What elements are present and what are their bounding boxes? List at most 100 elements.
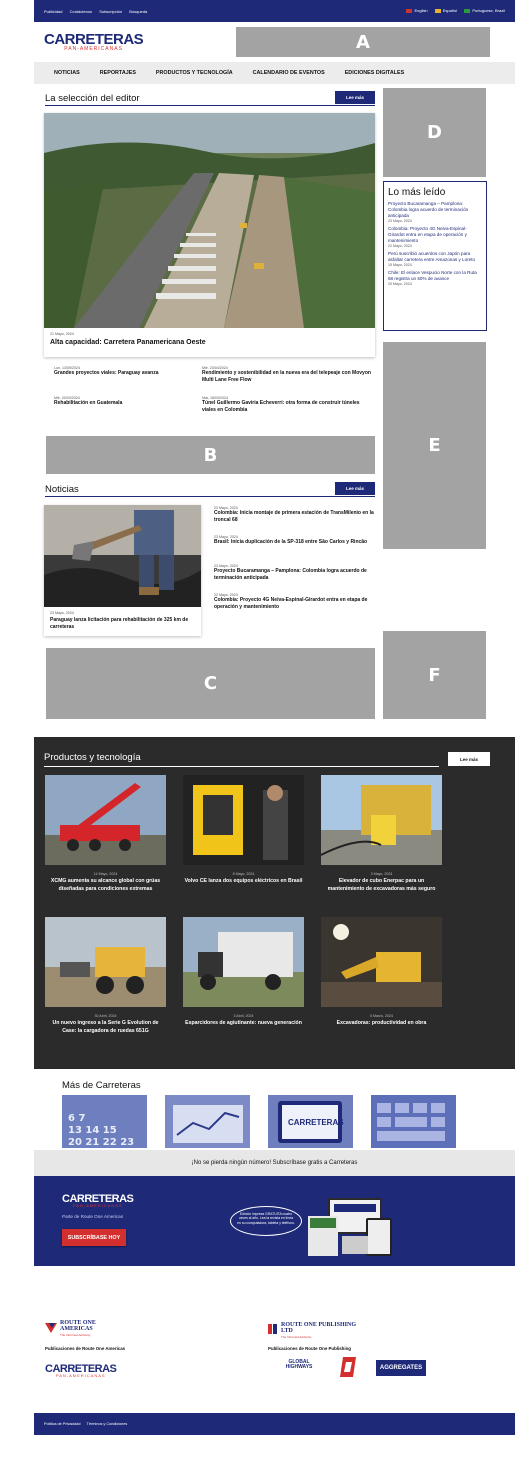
product-headline: XCMG aumenta su alcance global con grúas… (50, 878, 161, 892)
product-card[interactable]: 5 Marzo, 2024 Excavadoras: productividad… (321, 917, 442, 1028)
link-contactenos[interactable]: Contáctenos (70, 9, 92, 14)
svg-text:CARRETERAS: CARRETERAS (288, 1118, 344, 1127)
news-feature-card[interactable]: 23 Mayo, 2024 Paraguay lanza licitación … (44, 505, 201, 636)
most-read-item[interactable]: Colombia: Proyecto 4G Neiva-Espinal-Gira… (388, 226, 482, 248)
world-tunnelling-logo[interactable] (340, 1357, 356, 1382)
spain-flag-icon (434, 8, 441, 13)
most-read-headline: Proyecto Bucaramanga – Pamplona: Colombi… (388, 201, 469, 218)
footer: Política de Privacidad Términos y Condic… (34, 1413, 515, 1435)
svg-text:13 14 15: 13 14 15 (68, 1125, 117, 1136)
link-subscripcion[interactable]: Subscripción (99, 9, 122, 14)
carreteras-pub-logo[interactable]: CARRETERAS PAN-AMERICANAS (45, 1363, 117, 1378)
product-headline: Elevador de cubo Enerpac para un manteni… (327, 878, 436, 892)
global-highways-logo[interactable]: GLOBAL HIGHWAYS (278, 1360, 320, 1378)
product-headline: Excavadoras: productividad en obra (336, 1020, 427, 1026)
ad-slot-d[interactable]: D (383, 88, 486, 177)
products-more-button[interactable]: Lee más (448, 752, 490, 766)
news-item[interactable]: 23 Mayo, 2024 Brasil: Inicia duplicación… (214, 535, 374, 546)
ad-slot-f[interactable]: F (383, 631, 486, 719)
product-headline: Un nuevo ingreso a la Serie G Evolution … (52, 1020, 159, 1034)
news-item[interactable]: 23 Mayo, 2024 Colombia: Inicia montaje d… (214, 506, 374, 524)
rop-sub: The Informed Authority (281, 1335, 312, 1339)
feature-date: 21 Mayo, 2024 (50, 332, 74, 336)
news-item-headline: Colombia: Inicia montaje de primera esta… (214, 510, 374, 523)
charging-station-image (183, 775, 304, 865)
route-one-americas-logo[interactable]: ROUTE ONE AMERICAS The Informed Authorit… (45, 1320, 96, 1338)
news-item[interactable]: 23 Mayo, 2024 Proyecto Bucaramanga – Pam… (214, 564, 374, 582)
nav-reportajes[interactable]: REPORTAJES (100, 70, 136, 76)
route-one-publishing-logo[interactable]: ROUTE ONE PUBLISHING LTD The Informed Au… (268, 1322, 356, 1340)
nav-noticias[interactable]: NOTICIAS (54, 70, 80, 76)
lang-english[interactable]: English (406, 8, 428, 13)
most-read-box: Lo más leído Proyecto Bucaramanga – Pamp… (383, 181, 487, 331)
nav-calendario[interactable]: CALENDARIO DE EVENTOS (253, 70, 325, 76)
ad-slot-a[interactable]: A (236, 27, 490, 57)
most-read-date: 23 Mayo, 2024 (388, 218, 412, 223)
subscribe-banner: CARRETERAS PAN-AMERICANAS Parte de Route… (34, 1176, 515, 1266)
most-read-item[interactable]: Chile: El enlace Vespucio Norte con la R… (388, 270, 482, 286)
privacy-link[interactable]: Política de Privacidad (44, 1422, 81, 1426)
ad-slot-c[interactable]: C (46, 648, 375, 719)
rop-name: ROUTE ONE PUBLISHING LTD (281, 1322, 357, 1334)
lang-espanol[interactable]: Español (434, 8, 457, 13)
product-date: 8 Mayo, 2024 (232, 872, 255, 876)
product-headline: Esparcidores de agiutinante: nueva gener… (185, 1020, 302, 1026)
rop-label: Publicaciones de Route One Publishing (268, 1346, 351, 1351)
editor-item-headline: Rendimiento y sostenibilidad en la nueva… (202, 370, 371, 383)
terms-link[interactable]: Términos y Condiciones (87, 1422, 128, 1426)
lang-portuguese[interactable]: Portuguese, Brazil (464, 8, 505, 13)
road-worker-image (44, 505, 201, 607)
aggregates-logo[interactable]: AGGREGATES (376, 1360, 426, 1376)
product-card[interactable]: 14 Mayo, 2024 XCMG aumenta su alcance gl… (45, 775, 166, 893)
link-busqueda[interactable]: Búsqueda (129, 9, 147, 14)
most-read-date: 20 Mayo, 2024 (388, 281, 412, 286)
excavator-image (321, 917, 442, 1007)
most-read-item[interactable]: Proyecto Bucaramanga – Pamplona: Colombi… (388, 201, 482, 223)
rop-mark-icon (268, 1324, 277, 1334)
editor-item[interactable]: Mié, 23/04/2024 Rendimiento y sostenibil… (202, 366, 374, 384)
subscribe-logo: CARRETERAS PAN-AMERICANAS (62, 1193, 134, 1208)
news-more-button[interactable]: Lee más (335, 482, 375, 495)
editor-item[interactable]: Mar, 16/03/2024 Túnel Guillermo Gaviria … (202, 396, 374, 414)
uk-flag-icon (406, 8, 413, 13)
editor-item-headline: Túnel Guillermo Gaviria Echeverri: otra … (202, 400, 360, 413)
editor-divider (45, 105, 375, 106)
editor-item[interactable]: Mié, 20/03/2024 Rehabilitación en Guatem… (54, 396, 204, 407)
link-publicidad[interactable]: Publicidad (44, 9, 62, 14)
svg-text:20 21 22 23: 20 21 22 23 (68, 1137, 134, 1148)
most-read-headline: Perú suscribió acuerdos con Japón para a… (388, 250, 476, 262)
subscribe-bubble: Edición impresa GRATUITA cuatro veces al… (230, 1206, 302, 1236)
product-date: 5 Marzo, 2024 (370, 1014, 393, 1018)
product-card[interactable]: 3 Mayo, 2024 Elevador de cubo Enerpac pa… (320, 775, 442, 893)
products-divider (44, 766, 439, 767)
product-headline: Volvo CE lanza dos equipos eléctricos en… (184, 878, 303, 884)
nav-ediciones[interactable]: EDICIONES DIGITALES (345, 70, 405, 76)
news-item-headline: Brasil: Inicia duplicación de la SP-318 … (214, 539, 368, 545)
most-read-headline: Chile: El enlace Vespucio Norte con la R… (388, 269, 477, 281)
main-nav: NOTICIAS REPORTAJES PRODUCTOS Y TECNOLOG… (34, 62, 515, 84)
ad-slot-b[interactable]: B (46, 436, 375, 474)
products-title: Productos y tecnología (44, 752, 141, 763)
product-date: 3 Abril, 2024 (233, 1014, 254, 1018)
editor-item-headline: Rehabilitación en Guatemala (54, 400, 123, 406)
binder-spreader-image (183, 917, 304, 1007)
ad-slot-e[interactable]: E (383, 342, 486, 549)
editor-feature-card[interactable]: 21 Mayo, 2024 Alta capacidad: Carretera … (44, 113, 375, 357)
feature-headline[interactable]: Alta capacidad: Carretera Panamericana O… (50, 339, 206, 346)
subscribe-bar: ¡No se pierda ningún número! Subscríbase… (34, 1150, 515, 1176)
product-card[interactable]: 8 Mayo, 2024 Volvo CE lanza dos equipos … (183, 775, 304, 886)
editor-item[interactable]: Lun, 13/05/2024 Grandes proyectos viales… (54, 366, 204, 377)
product-card[interactable]: 30 Abril, 2024 Un nuevo ingreso a la Ser… (45, 917, 166, 1035)
most-read-date: 15 Mayo, 2024 (388, 262, 412, 267)
product-card[interactable]: 3 Abril, 2024 Esparcidores de agiutinant… (183, 917, 304, 1028)
roa-sub: The Informed Authority (60, 1333, 91, 1337)
subscribe-button[interactable]: SUBSCRÍBASE HOY (62, 1229, 126, 1246)
news-item-headline: Colombia: Proyecto 4G Neiva-Espinal-Gira… (214, 597, 368, 610)
nav-productos[interactable]: PRODUCTOS Y TECNOLOGÍA (156, 70, 233, 76)
site-logo[interactable]: CARRETERAS PAN-AMERICANAS (44, 31, 144, 52)
editor-more-button[interactable]: Lee más (335, 91, 375, 104)
most-read-item[interactable]: Perú suscribió acuerdos con Japón para a… (388, 251, 482, 267)
bucket-lifter-image (320, 775, 442, 865)
roa-arrow-icon (45, 1323, 57, 1333)
news-item[interactable]: 22 Mayo, 2024 Colombia: Proyecto 4G Neiv… (214, 593, 374, 611)
